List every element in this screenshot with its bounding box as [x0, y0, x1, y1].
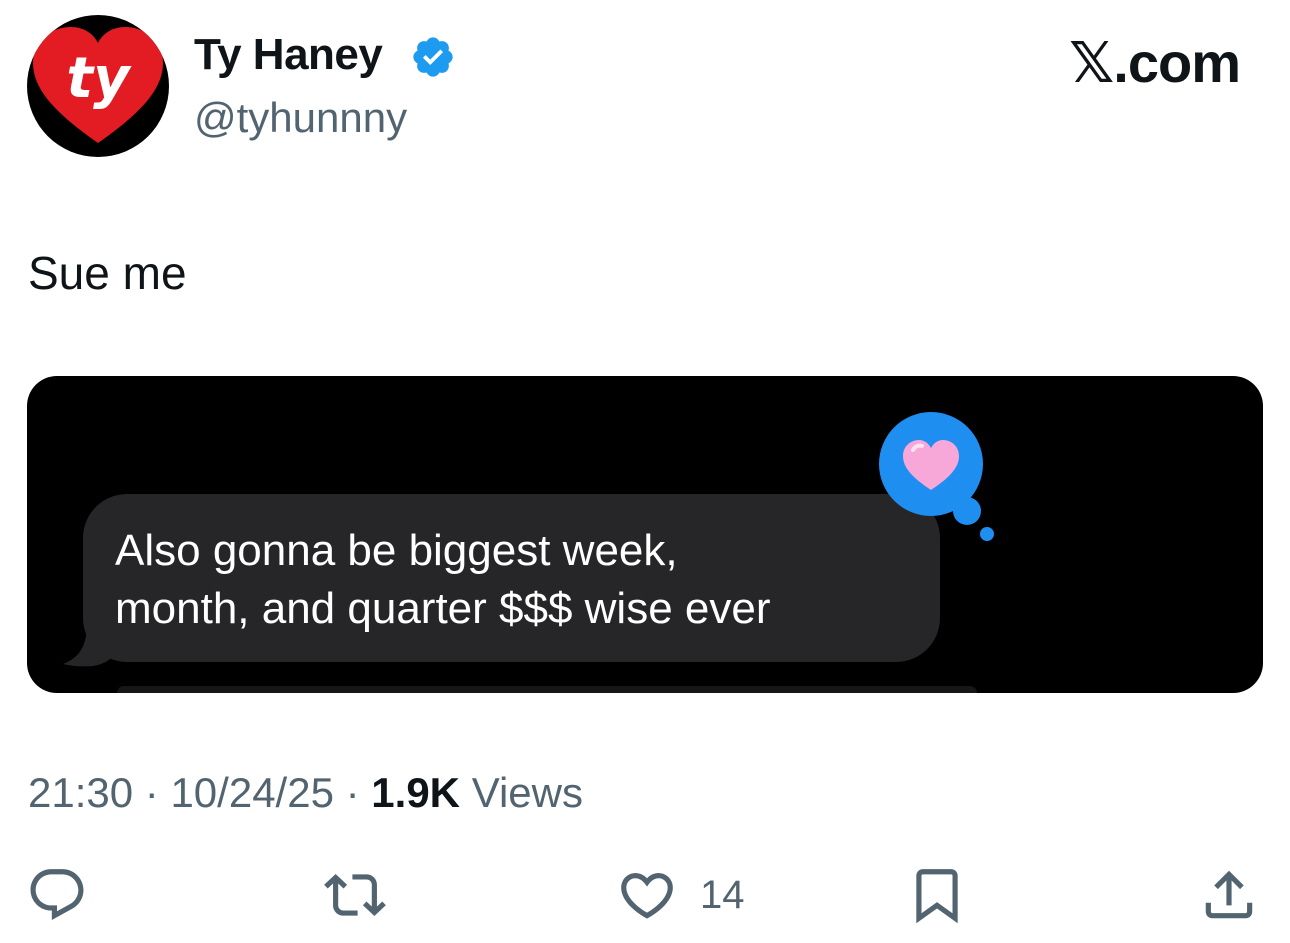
tweet-text: Sue me — [28, 247, 187, 299]
tweet-media[interactable]: Also gonna be biggest week, month, and q… — [27, 376, 1263, 693]
like-count: 14 — [700, 872, 745, 917]
verified-badge-icon — [413, 37, 453, 77]
avatar-text: ty — [66, 46, 132, 111]
tweet-date[interactable]: 10/24/25 — [170, 769, 334, 816]
views-label: Views — [471, 769, 583, 816]
site-branding: 𝕏.com — [1069, 31, 1241, 94]
display-name[interactable]: Ty Haney — [194, 30, 383, 80]
reply-icon — [30, 869, 84, 921]
tweet-meta: 21:30 · 10/24/25 · 1.9K Views — [28, 769, 583, 817]
media-divider — [117, 686, 977, 693]
heart-icon — [621, 873, 673, 919]
meta-separator: · — [144, 769, 159, 816]
message-text: Also gonna be biggest week, month, and q… — [115, 526, 771, 633]
reply-button[interactable] — [26, 864, 88, 926]
share-button[interactable] — [1198, 864, 1260, 926]
views-count: 1.9K — [371, 769, 461, 816]
share-icon — [1205, 870, 1253, 919]
meta-separator: · — [345, 769, 360, 816]
heart-reaction-icon — [879, 412, 994, 541]
repost-button[interactable] — [324, 864, 386, 926]
bookmark-icon — [916, 869, 958, 924]
repost-icon — [324, 874, 386, 916]
tweet-time[interactable]: 21:30 — [28, 769, 133, 816]
ty-logo-icon: ty — [33, 27, 163, 143]
like-button[interactable]: 14 — [616, 864, 745, 926]
user-handle[interactable]: @tyhunnny — [194, 94, 407, 142]
bookmark-button[interactable] — [906, 864, 968, 926]
avatar[interactable]: ty — [27, 15, 169, 157]
